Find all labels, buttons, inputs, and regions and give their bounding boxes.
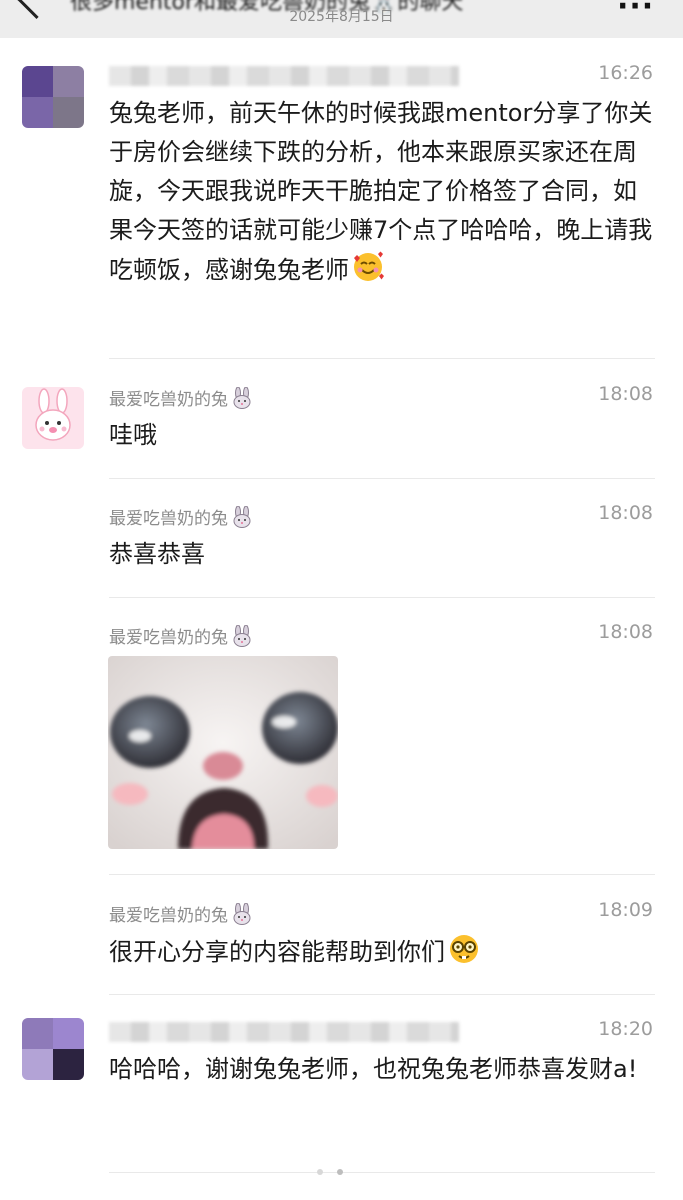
sender-name: 最爱吃兽奶的兔 [109,504,253,529]
divider [109,478,655,479]
message-time: 18:08 [598,621,653,643]
message-item: 18:20 哈哈哈，谢谢兔兔老师，也祝兔兔老师恭喜发财a! [0,1014,683,1174]
divider [109,358,655,359]
sender-name-text: 最爱吃兽奶的兔 [109,628,228,648]
message-time: 18:09 [598,899,653,921]
nerd-face-emoji [450,935,478,963]
message-item: 最爱吃兽奶的兔 18:08 [0,618,683,876]
message-time: 16:26 [598,62,653,84]
avatar[interactable] [22,387,84,449]
sender-name: 最爱吃兽奶的兔 [109,385,253,410]
divider [109,1172,655,1173]
more-options-icon[interactable]: ··· [617,0,654,22]
sender-name: 最爱吃兽奶的兔 [109,623,253,648]
bunny-emoji-icon [233,903,251,925]
bunny-emoji-icon [233,625,251,647]
sender-name-text: 最爱吃兽奶的兔 [109,906,228,926]
bunny-emoji-icon [233,506,251,528]
message-time: 18:08 [598,383,653,405]
message-text: 很开心分享的内容能帮助到你们 [109,932,657,972]
message-text: 哇哦 [109,421,157,449]
sender-name-text: 最爱吃兽奶的兔 [109,509,228,529]
divider [109,874,655,875]
message-item: 最爱吃兽奶的兔 18:08 恭喜恭喜 [0,499,683,599]
divider [109,994,655,995]
message-time: 18:08 [598,502,653,524]
sender-name: 最爱吃兽奶的兔 [109,901,253,926]
avatar[interactable] [22,1018,84,1080]
chat-header: 很多mentor和最爱吃兽奶的兔🐰的聊天 2025年8月15日 ··· [0,0,683,38]
smiling-face-with-hearts-emoji [354,251,384,281]
message-text-content: 很开心分享的内容能帮助到你们 [109,938,445,966]
message-text: 哈哈哈，谢谢兔兔老师，也祝兔兔老师恭喜发财a! [109,1055,638,1083]
message-item: 16:26 兔兔老师，前天午休的时候我跟mentor分享了你关于房价会继续下跌的… [0,60,683,360]
message-text: 恭喜恭喜 [109,540,205,568]
message-text: 兔兔老师，前天午休的时候我跟mentor分享了你关于房价会继续下跌的分析，他本来… [109,94,657,290]
divider [109,597,655,598]
avatar[interactable] [22,66,84,128]
blurred-sender-name [109,66,459,86]
bunny-emoji-icon [233,387,251,409]
sender-name-text: 最爱吃兽奶的兔 [109,390,228,410]
page-indicator-icon [317,1169,343,1175]
chat-date: 2025年8月15日 [289,9,394,25]
message-item: 最爱吃兽奶的兔 18:09 很开心分享的内容能帮助到你们 [0,896,683,996]
message-item: 最爱吃兽奶的兔 18:08 哇哦 [0,380,683,480]
blurred-sender-name [109,1022,459,1042]
message-time: 18:20 [598,1018,653,1040]
surprised-bunny-sticker[interactable] [108,656,338,849]
